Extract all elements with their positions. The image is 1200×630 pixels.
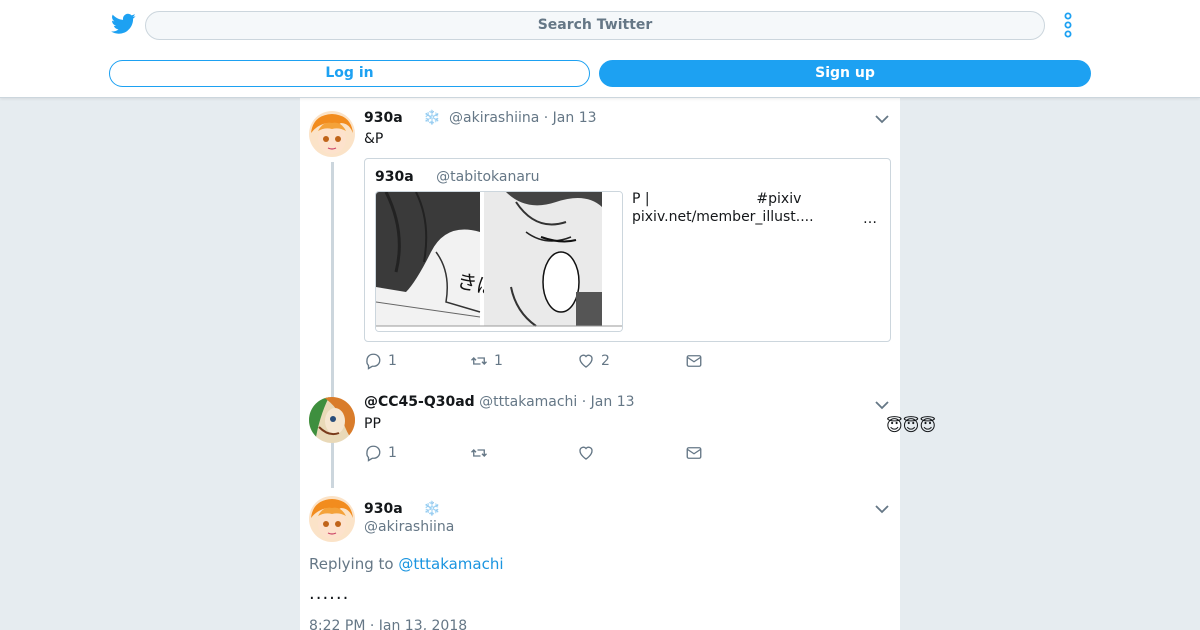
tweet-text: &P [364,131,384,147]
tweet-date[interactable]: · Jan 13 [582,394,635,410]
avatar-image [309,496,355,542]
signup-button[interactable]: Sign up [599,60,1091,87]
retweet-count: 1 [494,353,503,369]
search-input[interactable]: Search Twitter [145,11,1045,40]
chevron-down-icon[interactable] [874,399,890,411]
quoted-link[interactable]: pixiv.net/member_illust.... [632,209,814,225]
user-handle[interactable]: @akirashiina [364,519,454,535]
reply-icon [366,353,381,370]
envelope-icon [686,355,702,367]
reply-count: 1 [388,445,397,461]
reply-button[interactable]: 1 [364,352,397,370]
heart-icon [579,354,593,368]
display-name[interactable]: 930a [364,501,403,517]
retweet-icon [471,449,487,457]
avatar[interactable] [309,496,355,542]
tweet-text: PP [364,416,381,432]
like-button[interactable] [577,444,601,462]
tweet-actions: 1 1 2 [364,352,724,372]
replying-to-label: Replying to [309,555,394,573]
quoted-tweet[interactable]: 930a @tabitokanaru きぱっ [364,158,891,342]
tweet[interactable]: 930a ❄️ @akirashiina · Jan 13 &P 930a @t… [300,98,900,388]
envelope-icon [686,447,702,459]
like-count: 2 [601,353,610,369]
quoted-display-name: 930a [375,169,414,185]
tweet-date[interactable]: · Jan 13 [544,110,597,126]
reply-count: 1 [388,353,397,369]
manga-image[interactable]: きぱっ [375,191,623,332]
direct-message-button[interactable] [685,352,709,370]
conversation-timeline: 930a ❄️ @akirashiina · Jan 13 &P 930a @t… [300,98,900,630]
tweet-timestamp[interactable]: 8:22 PM · Jan 13, 2018 [309,618,467,630]
quoted-handle: @tabitokanaru [436,169,540,185]
heart-icon [579,446,593,460]
avatar[interactable] [309,111,355,157]
retweet-icon [471,357,487,365]
avatar[interactable] [309,397,355,443]
side-emojis: 😇😇😇 [886,416,937,435]
twitter-bird-icon[interactable] [111,13,136,35]
user-handle[interactable]: @tttakamachi [479,394,577,410]
vertical-dots-icon[interactable] [1061,12,1075,38]
replying-to: Replying to @tttakamachi [309,555,504,573]
login-button[interactable]: Log in [109,60,590,87]
tweet[interactable]: @CC45-Q30ad @tttakamachi · Jan 13 PP 1 [300,388,900,478]
chevron-down-icon[interactable] [874,113,890,125]
chevron-down-icon[interactable] [874,503,890,515]
direct-message-button[interactable] [685,444,709,462]
manga-panel-art: きぱっ [376,192,622,331]
display-name[interactable]: @CC45-Q30ad [364,394,475,410]
reply-icon [366,445,381,462]
retweet-button[interactable]: 1 [470,352,503,370]
like-button[interactable]: 2 [577,352,610,370]
snowflake-emoji: ❄️ [423,110,441,126]
snowflake-emoji: ❄️ [423,501,441,517]
retweet-button[interactable] [470,444,494,462]
tweet-actions: 1 [364,444,724,464]
top-bar: Search Twitter Log in Sign up [0,0,1200,98]
replying-to-link[interactable]: @tttakamachi [398,555,503,573]
avatar-image [309,397,355,443]
quoted-ellipsis: … [863,211,877,227]
reply-button[interactable]: 1 [364,444,397,462]
quoted-text-line: P | #pixiv [632,191,802,207]
tweet-text: ...... [309,583,350,604]
user-handle[interactable]: @akirashiina [449,110,539,126]
display-name[interactable]: 930a [364,110,403,126]
avatar-image [309,111,355,157]
